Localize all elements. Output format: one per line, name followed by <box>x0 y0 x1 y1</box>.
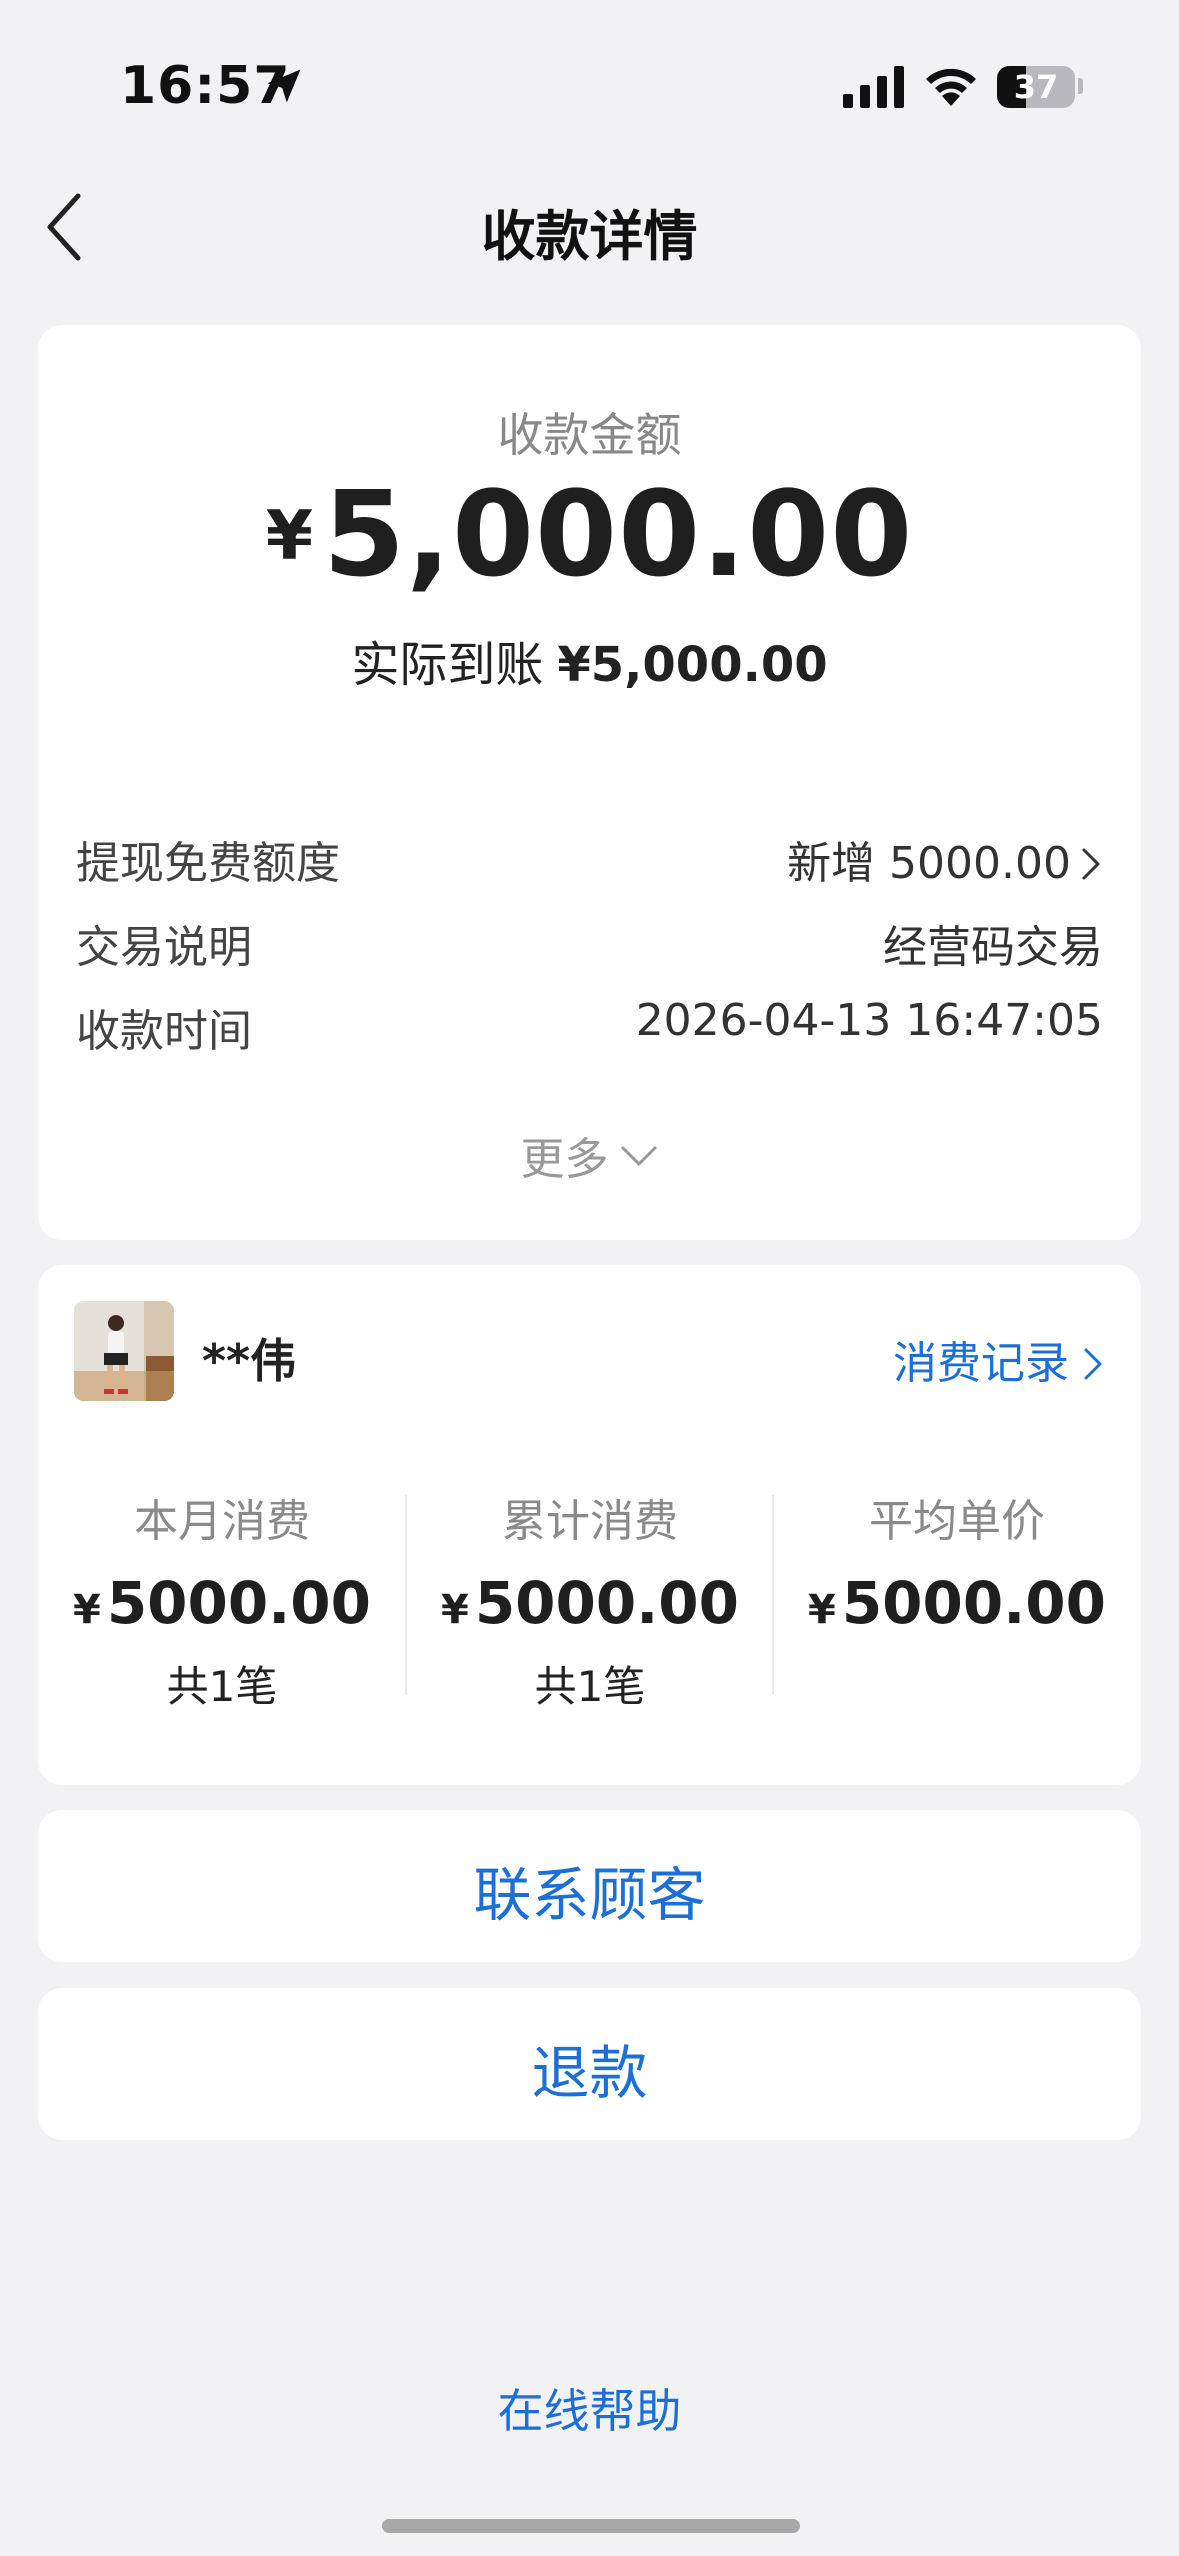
record-link-label: 消费记录 <box>893 1338 1069 1389</box>
detail-value-description: 经营码交易 <box>883 922 1103 973</box>
free-quota-link[interactable]: 新增 5000.00 <box>787 827 1103 891</box>
battery-indicator: 37 <box>997 66 1075 108</box>
customer-avatar[interactable] <box>74 1301 174 1401</box>
detail-label-free-quota: 提现免费额度 <box>76 838 340 889</box>
home-indicator[interactable] <box>382 2519 800 2533</box>
contact-customer-label: 联系顾客 <box>473 1861 706 1929</box>
stat-amount: 5000.00 <box>474 1569 739 1637</box>
consumption-record-link[interactable]: 消费记录 <box>893 1327 1105 1391</box>
stat-value: ¥5000.00 <box>38 1569 406 1637</box>
more-label: 更多 <box>520 1134 609 1185</box>
amount-value: 5,000.00 <box>323 465 914 603</box>
actual-received: 实际到账 ¥5,000.00 <box>38 625 1141 695</box>
currency-symbol: ¥ <box>265 497 314 576</box>
page-title: 收款详情 <box>481 205 698 268</box>
cellular-signal-icon <box>843 66 904 108</box>
stat-currency: ¥ <box>807 1587 836 1633</box>
stat-count: 共1笔 <box>534 1662 646 1711</box>
payment-summary-card: 收款金额 ¥5,000.00 实际到账 ¥5,000.00 提现免费额度 新增 5… <box>38 325 1141 1240</box>
customer-card: **伟 消费记录 本月消费 ¥5000.00 共1笔 累计消费 ¥5000.00… <box>38 1265 1141 1785</box>
detail-label-time: 收款时间 <box>76 1006 252 1057</box>
stat-total: 累计消费 ¥5000.00 共1笔 <box>406 1485 774 1714</box>
stat-value: ¥5000.00 <box>773 1569 1141 1637</box>
avatar-photo-icon <box>74 1301 174 1401</box>
detail-value-time: 2026-04-13 16:47:05 <box>635 995 1103 1046</box>
chevron-right-icon <box>1084 1348 1102 1380</box>
battery-tip <box>1078 78 1083 94</box>
wifi-icon <box>926 68 976 106</box>
more-button[interactable]: 更多 <box>38 1123 1141 1187</box>
stat-currency: ¥ <box>440 1587 469 1633</box>
stat-currency: ¥ <box>72 1587 101 1633</box>
amount-display: ¥5,000.00 <box>38 465 1141 603</box>
stat-amount: 5000.00 <box>841 1569 1106 1637</box>
actual-amount: ¥5,000.00 <box>557 637 828 693</box>
online-help-link[interactable]: 在线帮助 <box>0 2375 1179 2441</box>
stat-label: 平均单价 <box>869 1496 1045 1547</box>
stat-label: 累计消费 <box>502 1496 678 1547</box>
refund-label: 退款 <box>531 2039 648 2107</box>
chevron-down-icon <box>621 1146 656 1166</box>
stat-amount: 5000.00 <box>106 1569 371 1637</box>
detail-value-free-quota: 新增 5000.00 <box>787 838 1071 889</box>
stat-label: 本月消费 <box>134 1496 310 1547</box>
chevron-right-icon <box>1082 848 1100 880</box>
stat-monthly: 本月消费 ¥5000.00 共1笔 <box>38 1485 406 1714</box>
customer-name: **伟 <box>202 1334 297 1388</box>
refund-button[interactable]: 退款 <box>38 1988 1141 2140</box>
stat-count: 共1笔 <box>166 1662 278 1711</box>
contact-customer-button[interactable]: 联系顾客 <box>38 1810 1141 1962</box>
battery-percent: 37 <box>1013 68 1059 106</box>
detail-label-description: 交易说明 <box>76 922 252 973</box>
amount-label: 收款金额 <box>497 408 682 462</box>
stat-average: 平均单价 ¥5000.00 <box>773 1485 1141 1653</box>
stat-value: ¥5000.00 <box>406 1569 774 1637</box>
actual-label: 实际到账 <box>351 637 544 693</box>
location-arrow-icon <box>267 69 301 103</box>
